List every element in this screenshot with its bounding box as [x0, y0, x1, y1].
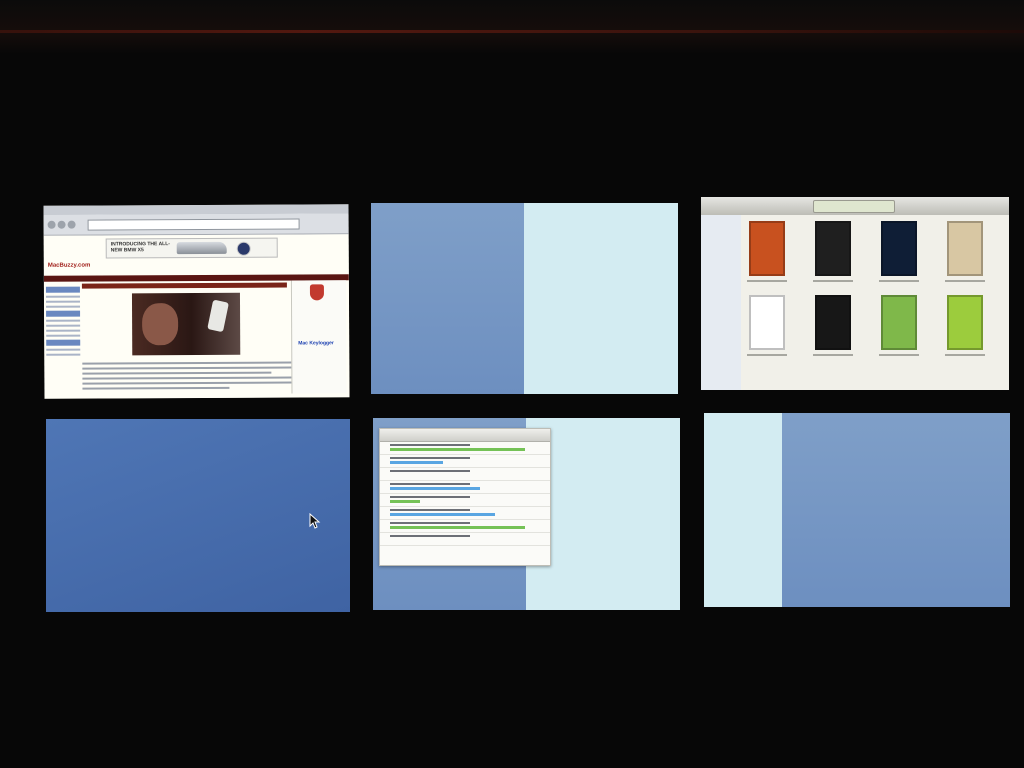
space-6[interactable]	[704, 413, 1010, 607]
person-face	[142, 303, 179, 346]
left-sidebar	[45, 284, 81, 385]
movie-poster[interactable]	[749, 295, 785, 350]
address-field[interactable]	[87, 218, 300, 231]
site-logo[interactable]: MacBuzzy.com	[48, 263, 91, 269]
progress-bar	[390, 526, 525, 529]
transfers-window[interactable]	[379, 428, 551, 566]
progress-bar	[390, 513, 495, 516]
transfer-row[interactable]	[380, 507, 550, 520]
movie-caption	[879, 354, 919, 356]
movie-caption	[747, 354, 787, 356]
transfer-row[interactable]	[380, 520, 550, 533]
transfer-row[interactable]	[380, 442, 550, 455]
space-3-itunes[interactable]	[701, 197, 1009, 390]
progress-bar	[390, 487, 480, 490]
transfer-name	[390, 522, 470, 524]
back-button[interactable]	[47, 220, 56, 229]
car-image	[176, 241, 227, 255]
transfer-row[interactable]	[380, 481, 550, 494]
movie-poster[interactable]	[815, 221, 851, 276]
itunes-sidebar	[701, 215, 741, 390]
phone-image	[207, 299, 229, 333]
transfer-list	[380, 442, 550, 546]
article-body	[82, 358, 293, 392]
movie-caption	[813, 354, 853, 356]
right-panel	[782, 413, 1010, 607]
itunes-toolbar	[701, 197, 1009, 215]
left-panel	[704, 413, 782, 607]
brand-logo-icon	[236, 241, 251, 256]
left-panel	[371, 203, 524, 394]
transfer-row[interactable]	[380, 455, 550, 468]
transfer-name	[390, 496, 470, 498]
transfer-row[interactable]	[380, 468, 550, 481]
reload-button[interactable]	[67, 220, 76, 229]
top-edge-line	[0, 30, 1024, 33]
ad-banner[interactable]: INTRODUCING THE ALL-NEW BMW X5	[105, 237, 278, 259]
top-edge-glow	[0, 0, 1024, 54]
movie-caption	[879, 280, 919, 282]
transfer-row[interactable]	[380, 494, 550, 507]
transfer-row[interactable]	[380, 533, 550, 546]
forward-button[interactable]	[57, 220, 66, 229]
movie-poster[interactable]	[881, 221, 917, 276]
right-sidebar: Mac Keylogger	[290, 280, 347, 394]
movie-caption	[813, 280, 853, 282]
movie-poster[interactable]	[881, 295, 917, 350]
movie-poster[interactable]	[947, 221, 983, 276]
right-panel	[524, 203, 678, 394]
transfer-name	[390, 483, 470, 485]
space-5-transfers[interactable]	[373, 418, 680, 610]
space-4-desktop[interactable]	[46, 419, 350, 612]
browser-toolbar	[43, 213, 349, 236]
shield-icon	[309, 284, 324, 301]
article-photo	[131, 292, 241, 356]
movie-poster[interactable]	[815, 295, 851, 350]
movie-poster[interactable]	[749, 221, 785, 276]
movie-caption	[945, 354, 985, 356]
transfer-name	[390, 470, 470, 472]
transfer-name	[390, 535, 470, 537]
web-page: INTRODUCING THE ALL-NEW BMW X5 MacBuzzy.…	[43, 234, 350, 399]
ad-text: INTRODUCING THE ALL-NEW BMW X5	[110, 241, 170, 254]
space-2[interactable]	[371, 203, 678, 394]
progress-bar	[390, 448, 525, 451]
transfer-name	[390, 457, 470, 459]
movie-caption	[945, 280, 985, 282]
transfer-name	[390, 509, 470, 511]
movie-caption	[747, 280, 787, 282]
article-headline[interactable]	[81, 282, 287, 289]
sidebar-title[interactable]: Mac Keylogger	[298, 340, 334, 346]
progress-bar	[390, 500, 420, 503]
space-1-browser[interactable]: INTRODUCING THE ALL-NEW BMW X5 MacBuzzy.…	[43, 204, 350, 399]
movie-poster[interactable]	[947, 295, 983, 350]
transfers-toolbar	[380, 429, 550, 442]
progress-bar	[390, 461, 443, 464]
transfer-name	[390, 444, 470, 446]
cursor-arrow-icon	[309, 513, 321, 529]
itunes-status-display	[813, 200, 895, 213]
